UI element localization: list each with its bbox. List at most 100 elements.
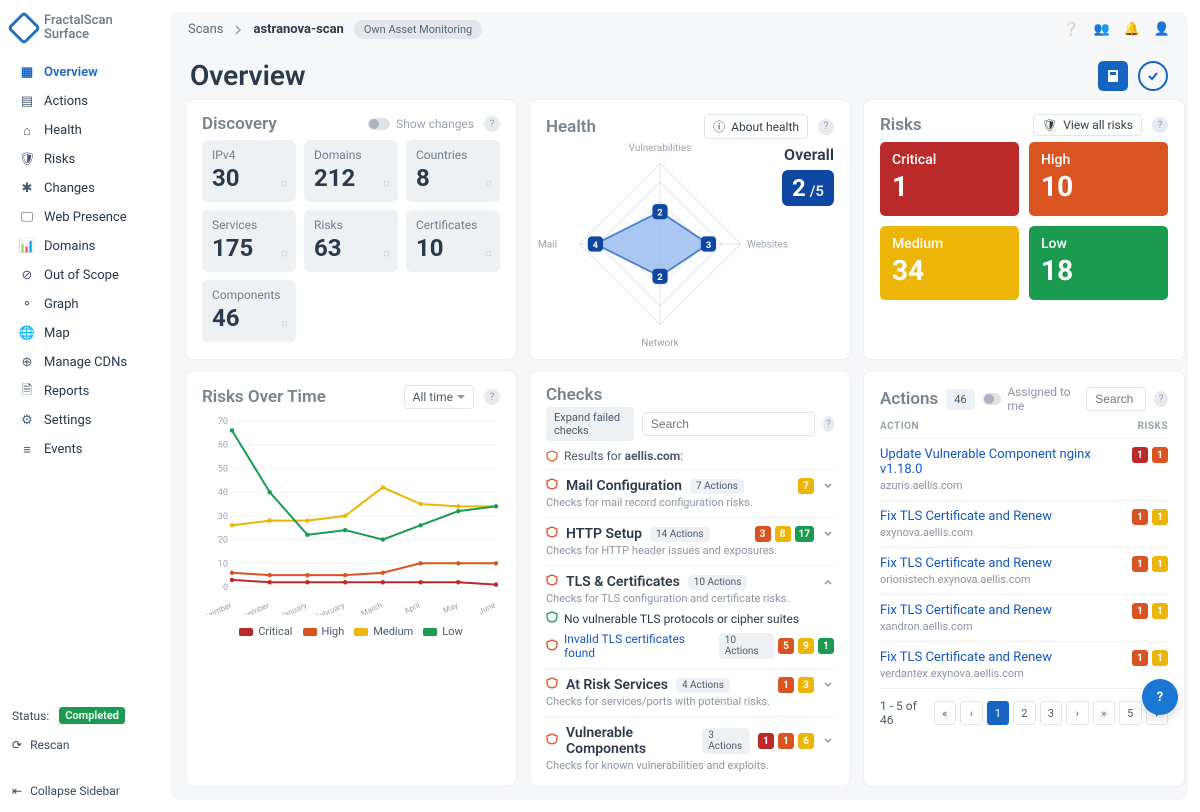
actions-count-chip: 10 Actions [688,575,748,590]
count-pill: 1 [1152,650,1168,666]
risk-tile-high[interactable]: High10 [1029,142,1168,216]
status-line: Status: Completed [12,707,158,724]
discovery-tile-domains[interactable]: Domains212▫ [304,140,398,202]
discovery-card: Discovery Show changes ? IPv430▫Domains2… [186,100,516,359]
risks-card: Risks 🛡 View all risks ? Critical1High10… [864,100,1184,359]
time-range-select[interactable]: All time [404,385,474,409]
sidebar-item-settings[interactable]: ⚙Settings [12,407,158,434]
expand-failed-button[interactable]: Expand failed checks [546,407,634,441]
action-row[interactable]: Fix TLS Certificate and Renewxandron.ael… [880,595,1168,642]
risk-tile-medium[interactable]: Medium34 [880,226,1019,300]
page-next[interactable]: › [1066,701,1088,725]
pagination-range: 1 - 5 of 46 [880,699,930,727]
count-pill: 1 [818,638,834,654]
risk-tile-low[interactable]: Low18 [1029,226,1168,300]
sidebar-item-web-presence[interactable]: 🖵Web Presence [12,204,158,231]
action-row[interactable]: Update Vulnerable Component nginx v1.18.… [880,439,1168,501]
verify-button[interactable] [1138,61,1168,91]
spark-icon: ✱ [20,182,34,196]
monitor-icon: 🖵 [20,211,34,225]
help-fab[interactable]: ? [1142,679,1178,715]
discovery-tile-services[interactable]: Services175▫ [202,210,296,272]
collapse-sidebar-button[interactable]: ⇤ Collapse Sidebar [12,780,158,802]
discovery-tile-ipv4[interactable]: IPv430▫ [202,140,296,202]
count-pill: 1 [758,733,774,749]
logo[interactable]: FractalScanSurface [12,14,158,41]
sidebar-item-overview[interactable]: ▦Overview [12,59,158,86]
sidebar-item-risks[interactable]: 🛡Risks [12,146,158,173]
help-icon[interactable]: ? [1154,391,1168,407]
sidebar-item-domains[interactable]: 📊Domains [12,233,158,260]
page-1[interactable]: 1 [987,701,1009,725]
check-fail-line[interactable]: Invalid TLS certificates found 10 Action… [546,632,834,660]
check-mail-configuration: Mail Configuration 7 Actions 7 Checks fo… [546,469,834,517]
team-icon[interactable]: 👥 [1093,22,1109,37]
sidebar-item-events[interactable]: ≡Events [12,436,158,463]
help-icon[interactable]: ? [818,119,834,135]
count-pill: 7 [798,478,814,494]
svg-text:December: December [234,601,271,615]
list-icon: ▤ [20,95,34,109]
action-row[interactable]: Fix TLS Certificate and Renewexynova.ael… [880,501,1168,548]
help-icon[interactable]: ? [1152,117,1168,133]
count-pill: 3 [755,526,771,542]
rescan-button[interactable]: ⟳ Rescan [12,734,158,756]
page-title: Overview [190,59,306,92]
checks-search-input[interactable] [642,412,815,436]
help-icon[interactable]: ? [823,416,834,432]
count-pill: 1 [1152,556,1168,572]
sidebar-item-health[interactable]: ⌂Health [12,117,158,144]
count-pill: 1 [1152,447,1168,463]
shield-icon [546,526,558,542]
save-report-button[interactable] [1098,61,1128,91]
page-last[interactable]: » [1093,701,1115,725]
net-icon: ⊕ [20,356,34,370]
help-icon[interactable]: ? [484,116,500,132]
axis-websites: Websites [747,240,788,251]
actions-count-chip: 7 Actions [690,479,744,494]
bell-icon[interactable]: 🔔 [1124,22,1140,37]
shield-icon [546,478,558,494]
crumb-scan[interactable]: astranova-scan [253,22,343,37]
count-pill: 17 [795,526,814,542]
sidebar-item-out-of-scope[interactable]: ⊘Out of Scope [12,262,158,289]
show-changes-toggle[interactable]: Show changes [368,117,474,131]
discovery-tile-risks[interactable]: Risks63▫ [304,210,398,272]
actions-search-input[interactable] [1086,387,1146,411]
shield-check-icon [546,611,558,626]
page-count[interactable]: 5 [1119,701,1141,725]
sidebar-item-actions[interactable]: ▤Actions [12,88,158,115]
health-card: Health ⓘ About health ? Vulnerabilities … [530,100,850,359]
page-3[interactable]: 3 [1040,701,1062,725]
sidebar-item-map[interactable]: 🌐Map [12,320,158,347]
logo-text: FractalScanSurface [44,14,113,41]
discovery-tile-certificates[interactable]: Certificates10▫ [406,210,500,272]
help-icon[interactable]: ? [484,389,500,405]
home-icon: ⌂ [20,124,34,138]
risks-title: Risks [880,115,922,135]
crumb-root[interactable]: Scans [188,22,223,37]
discovery-tile-components[interactable]: Components46▫ [202,280,296,342]
help-icon[interactable]: ❔ [1063,22,1079,37]
user-icon[interactable]: 👤 [1154,22,1170,37]
page-prev[interactable]: ‹ [960,701,982,725]
sidebar-item-manage-cdns[interactable]: ⊕Manage CDNs [12,349,158,376]
sitemap-icon: ▫ [383,171,390,196]
svg-text:60: 60 [218,441,228,451]
risk-tile-critical[interactable]: Critical1 [880,142,1019,216]
discovery-tile-countries[interactable]: Countries8▫ [406,140,500,202]
page-first[interactable]: « [934,701,956,725]
status-label: Status: [12,709,49,723]
sidebar-item-changes[interactable]: ✱Changes [12,175,158,202]
sidebar-item-reports[interactable]: 🗎Reports [12,378,158,405]
sidebar-item-graph[interactable]: ⚬Graph [12,291,158,318]
about-health-button[interactable]: ⓘ About health [704,114,808,139]
page-2[interactable]: 2 [1013,701,1035,725]
radar-chart: 2 3 2 4 [565,149,755,339]
view-all-risks-button[interactable]: 🛡 View all risks [1033,114,1142,136]
assigned-to-me-toggle[interactable]: Assigned to me [983,385,1079,413]
action-row[interactable]: Fix TLS Certificate and Reneworionistech… [880,548,1168,595]
checks-card: Checks Expand failed checks ? Results fo… [530,371,850,786]
action-row[interactable]: Fix TLS Certificate and Renewverdantex.e… [880,642,1168,689]
count-pill: 5 [778,638,794,654]
